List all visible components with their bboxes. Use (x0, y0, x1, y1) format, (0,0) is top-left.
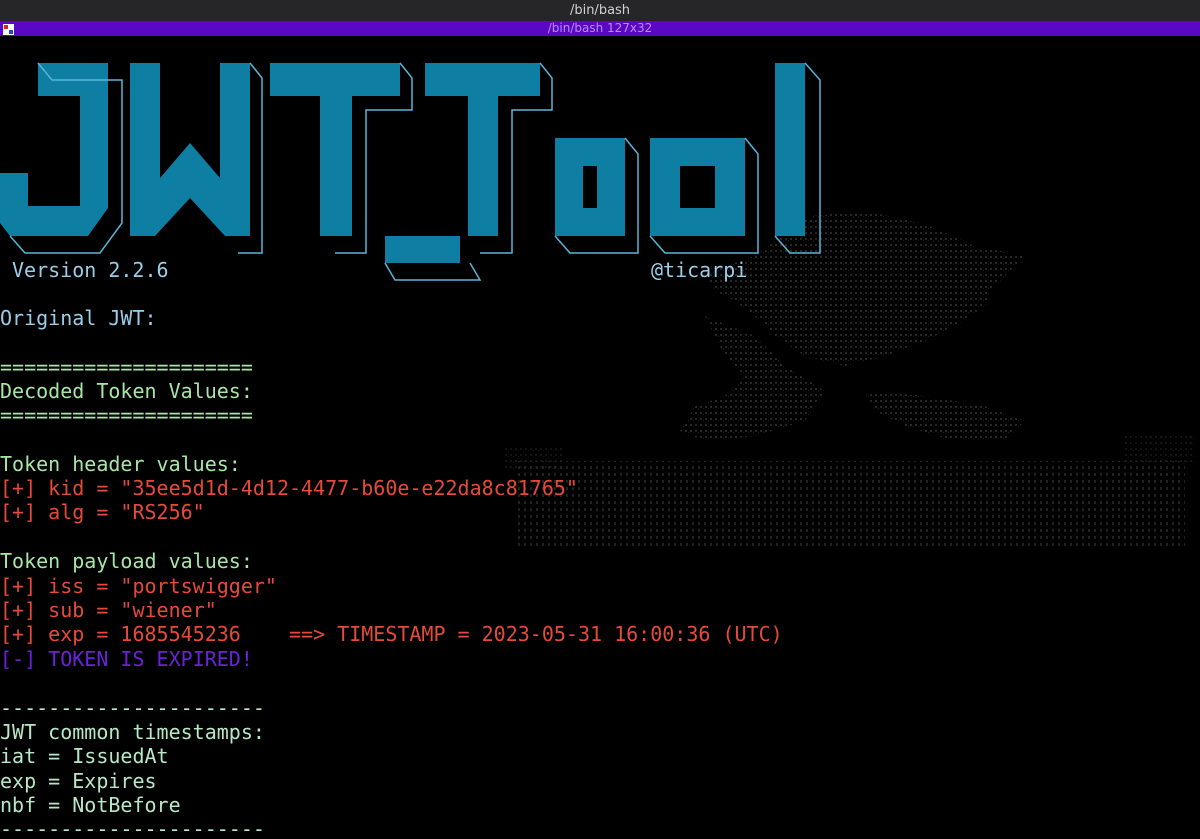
separator-dashes-bottom: ---------------------- (0, 817, 265, 839)
header-kid-value: [+] kid = "35ee5d1d-4d12-4477-b60e-e22da… (0, 476, 578, 500)
iat-definition: iat = IssuedAt (0, 744, 169, 768)
tab-title: /bin/bash 127x32 (547, 21, 653, 35)
separator-bottom: ===================== (0, 403, 253, 427)
payload-sub-value: [+] sub = "wiener" (0, 598, 217, 622)
exp-definition: exp = Expires (0, 769, 157, 793)
version-label: Version 2.2.6 (12, 258, 169, 282)
token-expired-warning: [-] TOKEN IS EXPIRED! (0, 647, 253, 671)
terminal-app-icon (3, 24, 14, 35)
separator-top: ===================== (0, 355, 253, 379)
header-alg-value: [+] alg = "RS256" (0, 500, 205, 524)
header-values-heading: Token header values: (0, 452, 241, 476)
nbf-definition: nbf = NotBefore (0, 793, 181, 817)
payload-exp-value: [+] exp = 1685545236 ==> TIMESTAMP = 202… (0, 622, 783, 646)
separator-dashes-top: ---------------------- (0, 696, 265, 720)
decoded-heading: Decoded Token Values: (0, 379, 253, 403)
payload-iss-value: [+] iss = "portswigger" (0, 574, 277, 598)
jwt-tool-logo (0, 62, 821, 281)
terminal-tab[interactable]: /bin/bash 127x32 (0, 21, 1200, 36)
window-title: /bin/bash (569, 3, 631, 18)
payload-values-heading: Token payload values: (0, 549, 253, 573)
common-timestamps-heading: JWT common timestamps: (0, 720, 265, 744)
terminal-output[interactable]: Version 2.2.6 @ticarpi Original JWT: ===… (0, 36, 1200, 839)
author-label: @ticarpi (651, 258, 748, 282)
window-titlebar[interactable]: /bin/bash (0, 0, 1200, 21)
original-jwt-label: Original JWT: (0, 306, 157, 330)
